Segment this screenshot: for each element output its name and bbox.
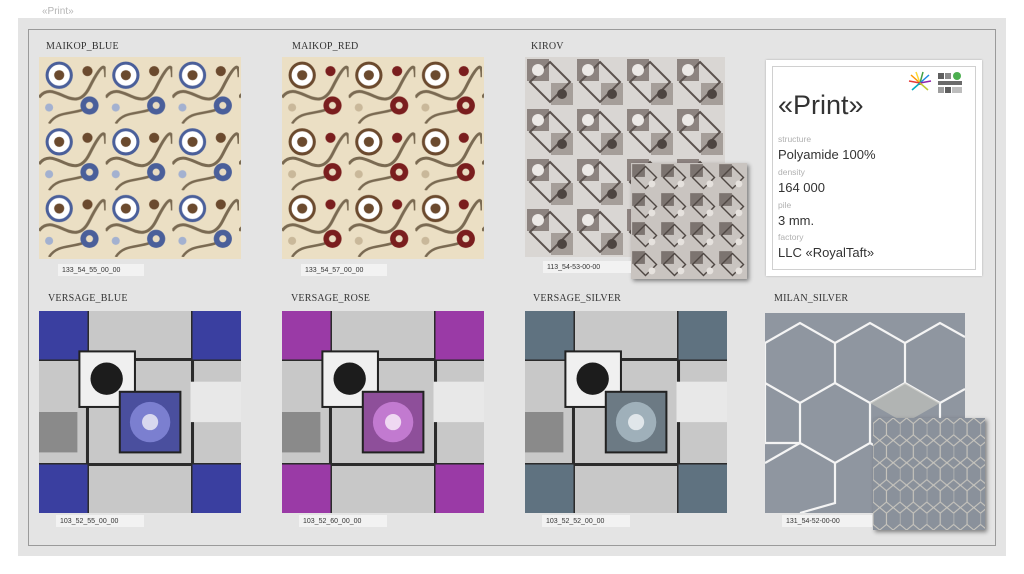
product-code-versage-rose: 103_52_60_00_00: [299, 515, 387, 527]
product-info-card: «Print» structure Polyamide 100% density…: [766, 60, 982, 276]
page-header-title: «Print»: [42, 6, 74, 17]
carpet-swatch-versage-blue[interactable]: [39, 311, 241, 513]
carpet-swatch-maikop-red[interactable]: [282, 57, 484, 259]
carpet-swatch-versage-silver[interactable]: [525, 311, 727, 513]
product-name-maikop-red: MAIKOP_RED: [292, 41, 359, 52]
product-code-milan-silver: 131_54-52-00-00: [782, 515, 872, 527]
carpet-swatch-maikop-blue[interactable]: [39, 57, 241, 259]
structure-value: Polyamide 100%: [778, 147, 876, 162]
product-code-versage-silver: 103_52_52_00_00: [542, 515, 630, 527]
carpet-swatch-milan-silver-closeup[interactable]: [873, 418, 985, 530]
carpet-swatch-versage-rose[interactable]: [282, 311, 484, 513]
brand-logo: [908, 71, 962, 93]
product-name-versage-silver: VERSAGE_SILVER: [533, 293, 621, 304]
factory-value: LLC «RoyalTaft»: [778, 245, 875, 260]
factory-label: factory: [778, 232, 804, 242]
product-name-maikop-blue: MAIKOP_BLUE: [46, 41, 119, 52]
product-name-versage-rose: VERSAGE_ROSE: [291, 293, 371, 304]
pile-label: pile: [778, 200, 792, 210]
product-code-versage-blue: 103_52_55_00_00: [56, 515, 144, 527]
product-name-versage-blue: VERSAGE_BLUE: [48, 293, 128, 304]
density-value: 164 000: [778, 180, 825, 195]
pile-value: 3 mm.: [778, 213, 815, 228]
product-name-kirov: KIROV: [531, 41, 564, 52]
structure-label: structure: [778, 134, 812, 144]
info-card-title: «Print»: [778, 90, 864, 120]
product-name-milan-silver: MILAN_SILVER: [774, 293, 849, 304]
product-code-kirov: 113_54-53-00-00: [543, 261, 631, 273]
carpet-swatch-kirov-closeup[interactable]: [631, 163, 747, 279]
product-code-maikop-red: 133_54_57_00_00: [301, 264, 387, 276]
density-label: density: [778, 167, 805, 177]
product-code-maikop-blue: 133_54_55_00_00: [58, 264, 144, 276]
